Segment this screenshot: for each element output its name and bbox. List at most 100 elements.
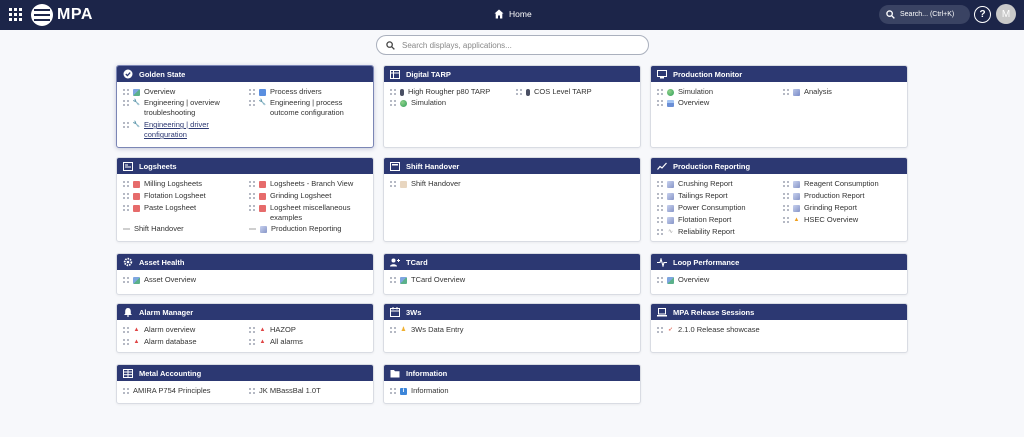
drag-handle-icon[interactable] — [783, 205, 789, 211]
drag-handle-icon[interactable] — [657, 327, 663, 333]
drag-handle-icon[interactable] — [390, 327, 396, 333]
card-header-tcard[interactable]: TCard — [384, 254, 640, 270]
drag-handle-icon[interactable] — [249, 193, 255, 199]
drag-handle-icon[interactable] — [249, 181, 255, 187]
drag-handle-icon[interactable] — [390, 181, 396, 187]
app-grid-icon[interactable] — [9, 8, 22, 21]
card-header-logsheets[interactable]: Logsheets — [117, 158, 373, 174]
drag-handle-icon[interactable] — [123, 89, 129, 95]
card-header-golden-state[interactable]: Golden State — [117, 66, 373, 82]
drag-handle-icon[interactable] — [249, 388, 255, 394]
card-header-release-sessions[interactable]: MPA Release Sessions — [651, 304, 907, 320]
card-header-metal-accounting[interactable]: Metal Accounting — [117, 365, 373, 381]
card-header-information[interactable]: Information — [384, 365, 640, 381]
drag-handle-icon[interactable] — [390, 388, 396, 394]
drag-handle-icon[interactable] — [249, 100, 255, 106]
card-header-loop-performance[interactable]: Loop Performance — [651, 254, 907, 270]
drag-handle-icon[interactable] — [123, 122, 129, 128]
card-header-asset-health[interactable]: Asset Health — [117, 254, 373, 270]
list-item[interactable]: ♟ 3Ws Data Entry — [390, 325, 510, 335]
drag-handle-icon[interactable] — [783, 181, 789, 187]
mpa-logo[interactable]: MPA — [31, 4, 93, 26]
list-item[interactable]: Logsheet miscellaneous examples — [249, 203, 359, 223]
list-item[interactable]: Flotation Report — [657, 215, 777, 225]
list-item[interactable]: Production Reporting — [249, 224, 371, 234]
list-item[interactable]: 🔧 Engineering | process outcome configura… — [249, 98, 371, 118]
list-item[interactable]: 🔧 Engineering | overview troubleshooting — [123, 98, 245, 118]
card-header-shift-handover[interactable]: Shift Handover — [384, 158, 640, 174]
drag-handle-icon[interactable] — [390, 89, 396, 95]
list-item[interactable]: i Information — [390, 386, 510, 396]
list-item[interactable]: 🔧 Engineering | driver configuration — [123, 120, 233, 140]
drag-handle-icon[interactable] — [516, 89, 522, 95]
drag-handle-icon[interactable] — [249, 339, 255, 345]
drag-handle-icon[interactable] — [657, 205, 663, 211]
drag-handle-icon[interactable] — [249, 327, 255, 333]
list-item[interactable]: Crushing Report — [657, 179, 777, 189]
drag-handle-icon[interactable] — [123, 277, 129, 283]
list-item[interactable]: JK MBassBal 1.0T — [249, 386, 369, 396]
drag-handle-icon[interactable] — [390, 277, 396, 283]
home-link[interactable]: Home — [494, 9, 532, 19]
search-input[interactable]: Search displays, applications... — [376, 35, 649, 55]
list-item[interactable]: Flotation Logsheet — [123, 191, 243, 201]
list-item[interactable]: COS Level TARP — [516, 87, 636, 97]
drag-handle-icon[interactable] — [783, 217, 789, 223]
drag-handle-icon[interactable] — [123, 181, 129, 187]
list-item[interactable]: Overview — [657, 275, 777, 285]
help-icon[interactable]: ? — [974, 6, 991, 23]
drag-handle-icon[interactable] — [657, 89, 663, 95]
list-item[interactable]: ▲ HAZOP — [249, 325, 369, 335]
drag-handle-icon[interactable] — [657, 277, 663, 283]
card-header-digital-tarp[interactable]: Digital TARP — [384, 66, 640, 82]
list-item[interactable]: Milling Logsheets — [123, 179, 243, 189]
drag-handle-icon[interactable] — [123, 100, 129, 106]
list-item[interactable]: Power Consumption — [657, 203, 777, 213]
list-item[interactable]: TCard Overview — [390, 275, 510, 285]
list-item[interactable]: ➶ 2.1.0 Release showcase — [657, 325, 807, 335]
card-header-production-monitor[interactable]: Production Monitor — [651, 66, 907, 82]
list-item[interactable]: Production Report — [783, 191, 905, 201]
drag-handle-icon[interactable] — [390, 100, 396, 106]
list-item[interactable]: Grinding Report — [783, 203, 905, 213]
drag-handle-icon[interactable] — [123, 339, 129, 345]
drag-handle-icon[interactable] — [123, 327, 129, 333]
list-item[interactable]: ▲ All alarms — [249, 337, 369, 347]
list-item[interactable]: Asset Overview — [123, 275, 243, 285]
list-item[interactable]: Reagent Consumption — [783, 179, 905, 189]
list-item[interactable]: Grinding Logsheet — [249, 191, 371, 201]
card-header-production-reporting[interactable]: Production Reporting — [651, 158, 907, 174]
list-item[interactable]: High Rougher p80 TARP — [390, 87, 515, 97]
list-item[interactable]: Process drivers — [249, 87, 369, 97]
list-item[interactable]: ▲ Alarm database — [123, 337, 243, 347]
drag-handle-icon[interactable] — [783, 193, 789, 199]
card-header-3ws[interactable]: 3Ws — [384, 304, 640, 320]
list-item[interactable]: ∿ Reliability Report — [657, 227, 777, 237]
list-item[interactable]: Simulation — [657, 87, 777, 97]
drag-handle-icon[interactable] — [249, 205, 255, 211]
drag-handle-icon[interactable] — [657, 193, 663, 199]
drag-handle-icon[interactable] — [783, 89, 789, 95]
list-item[interactable]: Shift Handover — [390, 179, 510, 189]
list-item[interactable]: ▲ HSEC Overview — [783, 215, 905, 225]
drag-handle-icon[interactable] — [123, 193, 129, 199]
list-item[interactable]: Shift Handover — [123, 224, 243, 234]
drag-handle-icon[interactable] — [657, 229, 663, 235]
list-item[interactable]: Analysis — [783, 87, 903, 97]
list-item[interactable]: Simulation — [390, 98, 510, 108]
drag-handle-icon[interactable] — [657, 181, 663, 187]
list-item[interactable]: AMIRA P754 Principles — [123, 386, 243, 396]
drag-handle-icon[interactable] — [123, 205, 129, 211]
avatar[interactable]: M — [996, 4, 1016, 24]
drag-handle-icon[interactable] — [249, 89, 255, 95]
drag-handle-icon[interactable] — [123, 388, 129, 394]
drag-handle-icon[interactable] — [657, 100, 663, 106]
card-header-alarm-manager[interactable]: Alarm Manager — [117, 304, 373, 320]
list-item[interactable]: ▲ Alarm overview — [123, 325, 243, 335]
list-item[interactable]: Tailings Report — [657, 191, 777, 201]
list-item[interactable]: Overview — [657, 98, 777, 108]
drag-handle-icon[interactable] — [657, 217, 663, 223]
list-item[interactable]: Logsheets - Branch View — [249, 179, 371, 189]
global-search-button[interactable]: Search... (Ctrl+K) — [879, 5, 970, 24]
list-item[interactable]: Paste Logsheet — [123, 203, 243, 213]
